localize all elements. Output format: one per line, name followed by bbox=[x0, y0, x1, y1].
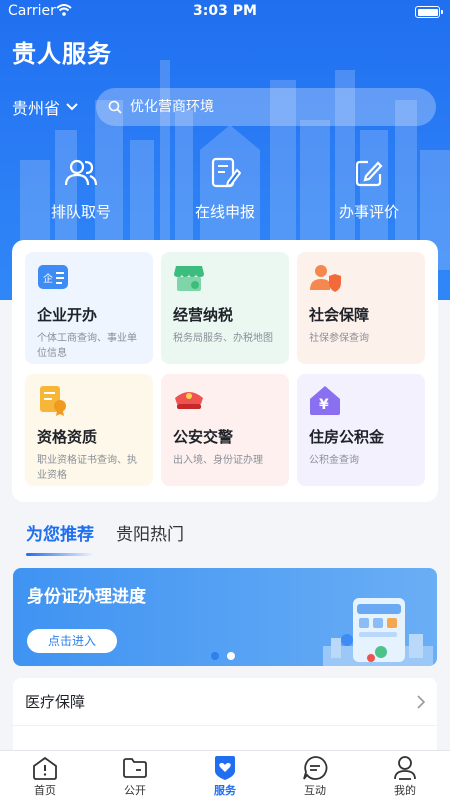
service-card-desc: 出入境、身份证办理 bbox=[173, 455, 263, 466]
bottom-tab-bar: 首页 公开 服务 互动 我的 bbox=[0, 750, 450, 800]
shield-heart-icon bbox=[215, 756, 235, 780]
service-card-desc: 税务局服务、办税地图 bbox=[173, 333, 273, 344]
service-card-title: 资格资质 bbox=[37, 428, 98, 446]
svg-text:企: 企 bbox=[43, 272, 53, 285]
service-card-qualification[interactable]: 资格资质 职业资格证书查询、执业资格 bbox=[25, 374, 153, 486]
service-card-desc: 公积金查询 bbox=[309, 455, 359, 466]
tab-guiyang-hot[interactable]: 贵阳热门 bbox=[116, 520, 184, 550]
service-card-title: 经营纳税 bbox=[173, 306, 234, 324]
service-card-desc: 个体工商查询、事业单位信息 bbox=[37, 333, 137, 359]
service-card-title: 公安交警 bbox=[173, 428, 234, 446]
person-shield-icon bbox=[310, 265, 341, 292]
quick-action-queue[interactable]: 排队取号 bbox=[11, 155, 151, 222]
chevron-down-icon bbox=[66, 103, 78, 111]
service-card-desc: 社保参保查询 bbox=[309, 333, 369, 344]
home-info-icon bbox=[33, 756, 57, 780]
phone-illustration bbox=[323, 598, 433, 666]
police-cap-icon bbox=[175, 392, 203, 409]
battery-icon bbox=[415, 6, 443, 18]
service-card-panel: 企 企业开办 个体工商查询、事业单位信息 经营纳税 税务局服务、办税地图 社会保… bbox=[12, 240, 438, 502]
service-card-housing-fund[interactable]: ¥ 住房公积金 公积金查询 bbox=[297, 374, 425, 486]
service-card-social-security[interactable]: 社会保障 社保参保查询 bbox=[297, 252, 425, 364]
quick-action-evaluation[interactable]: 办事评价 bbox=[299, 155, 439, 222]
store-icon bbox=[174, 266, 204, 291]
list-item-label: 医疗保障 bbox=[25, 693, 86, 711]
search-bar[interactable] bbox=[96, 88, 436, 126]
list-item-medical-insurance[interactable]: 医疗保障 bbox=[13, 678, 437, 726]
tab-public[interactable]: 公开 bbox=[90, 751, 180, 800]
service-card-police[interactable]: 公安交警 出入境、身份证办理 bbox=[161, 374, 289, 486]
quick-action-online-apply[interactable]: 在线申报 bbox=[155, 155, 295, 222]
pencil-square-icon bbox=[355, 160, 383, 187]
business-id-icon: 企 bbox=[38, 265, 68, 289]
service-card-business[interactable]: 企 企业开办 个体工商查询、事业单位信息 bbox=[25, 252, 153, 364]
recommend-tabs: 为您推荐 贵阳热门 bbox=[26, 520, 184, 556]
chat-icon bbox=[303, 756, 328, 780]
status-bar: Carrier 3:03 PM bbox=[0, 0, 450, 24]
service-card-title: 企业开办 bbox=[37, 306, 98, 324]
document-edit-icon bbox=[211, 157, 241, 188]
region-label: 贵州省 bbox=[12, 99, 61, 118]
tab-home-label: 首页 bbox=[34, 784, 56, 797]
search-input[interactable] bbox=[130, 99, 410, 115]
tab-home[interactable]: 首页 bbox=[0, 751, 90, 800]
service-list: 医疗保障 bbox=[13, 678, 437, 758]
tab-mine[interactable]: 我的 bbox=[360, 751, 450, 800]
tab-interact-label: 互动 bbox=[304, 784, 326, 797]
quick-action-label: 排队取号 bbox=[50, 203, 111, 221]
chevron-right-icon bbox=[417, 694, 425, 709]
status-time: 3:03 PM bbox=[193, 3, 257, 19]
tab-interact[interactable]: 互动 bbox=[270, 751, 360, 800]
tab-service-label: 服务 bbox=[214, 784, 236, 797]
folder-icon bbox=[123, 758, 147, 778]
region-selector[interactable]: 贵州省 bbox=[12, 96, 78, 118]
banner-pagination bbox=[211, 652, 235, 660]
pagination-dot-active[interactable] bbox=[211, 652, 219, 660]
tab-service[interactable]: 服务 bbox=[180, 751, 270, 800]
service-card-tax[interactable]: 经营纳税 税务局服务、办税地图 bbox=[161, 252, 289, 364]
service-card-desc: 职业资格证书查询、执业资格 bbox=[37, 455, 137, 481]
page-title: 贵人服务 bbox=[12, 40, 112, 68]
tab-public-label: 公开 bbox=[124, 784, 146, 797]
svg-text:¥: ¥ bbox=[319, 397, 329, 413]
service-card-title: 住房公积金 bbox=[309, 428, 385, 446]
banner-title: 身份证办理进度 bbox=[27, 587, 146, 607]
search-icon bbox=[108, 100, 122, 114]
tab-mine-label: 我的 bbox=[394, 784, 416, 797]
pagination-dot[interactable] bbox=[227, 652, 235, 660]
people-icon bbox=[64, 159, 98, 186]
certificate-icon bbox=[40, 386, 66, 416]
banner-enter-button[interactable]: 点击进入 bbox=[27, 629, 117, 653]
user-icon bbox=[394, 756, 416, 780]
house-yuan-icon: ¥ bbox=[310, 386, 340, 415]
tab-recommend-for-you[interactable]: 为您推荐 bbox=[26, 520, 94, 556]
quick-action-label: 办事评价 bbox=[338, 203, 399, 221]
service-card-title: 社会保障 bbox=[309, 306, 370, 324]
quick-action-label: 在线申报 bbox=[194, 203, 255, 221]
